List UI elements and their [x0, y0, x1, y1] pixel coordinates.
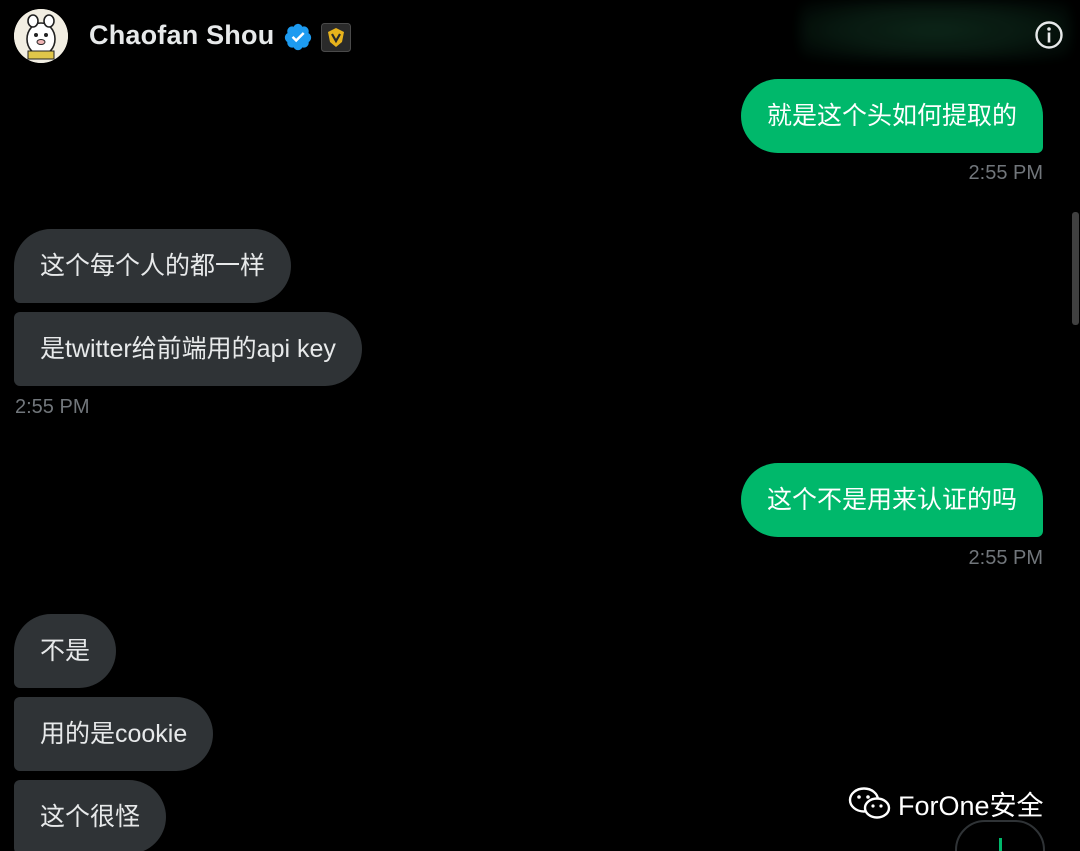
message-bubble-incoming[interactable]: 不是 — [14, 614, 117, 688]
scroll-to-bottom-button[interactable] — [955, 820, 1045, 851]
message-bubble-outgoing[interactable]: 这个不是用来认证的吗 — [740, 463, 1043, 537]
message-text: 是twitter给前端用的api key — [40, 335, 336, 363]
wechat-icon — [848, 787, 891, 819]
contact-name[interactable]: Chaofan Shou — [89, 20, 274, 51]
message-bubble-outgoing[interactable]: 就是这个头如何提取的 — [740, 79, 1043, 153]
blurred-region — [800, 0, 1070, 60]
message-bubble-incoming[interactable]: 是twitter给前端用的api key — [14, 312, 362, 386]
avatar-image — [14, 9, 68, 63]
message-text: 这个很怪 — [40, 803, 141, 831]
message-bubble-incoming[interactable]: 这个每个人的都一样 — [14, 229, 292, 303]
verified-check-icon — [284, 23, 312, 51]
message-bubble-incoming[interactable]: 用的是cookie — [14, 697, 214, 771]
message-timestamp: 2:55 PM — [15, 396, 90, 418]
conversation-header: Chaofan Shou — [0, 0, 1080, 78]
message-text: 这个不是用来认证的吗 — [766, 486, 1017, 514]
message-text: 这个每个人的都一样 — [40, 252, 266, 280]
message-text: 用的是cookie — [40, 720, 188, 748]
info-icon[interactable] — [1033, 19, 1065, 51]
scrollbar-thumb[interactable] — [1072, 212, 1079, 325]
message-timestamp: 2:55 PM — [968, 162, 1043, 184]
message-text: 就是这个头如何提取的 — [766, 102, 1017, 130]
message-bubble-incoming[interactable]: 这个很怪 — [14, 780, 167, 851]
affiliate-badge-icon[interactable] — [321, 23, 351, 52]
avatar[interactable] — [14, 9, 68, 63]
message-text: 不是 — [40, 637, 91, 665]
watermark: ForOne安全 — [848, 785, 1044, 821]
watermark-text: ForOne安全 — [898, 790, 1044, 821]
message-timestamp: 2:55 PM — [968, 547, 1043, 569]
arrow-down-icon — [999, 838, 1002, 851]
scrollbar-track[interactable] — [1070, 78, 1080, 851]
